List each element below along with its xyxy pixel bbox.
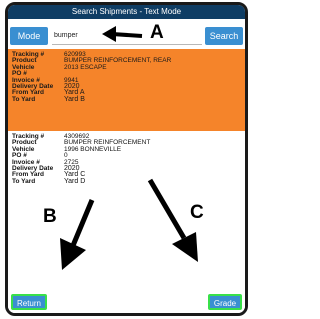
to-yard: Yard B [64,95,85,103]
window-title: Search Shipments - Text Mode [8,5,245,19]
return-button[interactable]: Return [11,294,47,310]
footer-bar: Return Grade [8,291,245,313]
search-input[interactable] [52,27,202,45]
search-button[interactable]: Search [205,27,243,45]
annotation-label-c: C [190,202,204,223]
field-label: To Yard [12,177,36,185]
grade-button[interactable]: Grade [208,294,242,310]
search-bar: Mode Search [8,19,245,47]
list-item[interactable]: Tracking #4309692 Product BUMPER REINFORC… [8,131,245,201]
to-yard: Yard D [64,177,86,185]
results-list: Tracking #620993 Product BUMPER REINFORCE… [8,49,245,285]
annotation-label-a: A [150,22,164,43]
phone-screen: Search Shipments - Text Mode Mode Search… [5,2,248,316]
device-frame: Search Shipments - Text Mode Mode Search… [0,0,253,319]
field-row: To Yard Yard D [12,177,241,185]
field-row: To Yard Yard B [12,95,241,103]
mode-button[interactable]: Mode [10,27,48,45]
list-item-selected[interactable]: Tracking #620993 Product BUMPER REINFORCE… [8,49,245,131]
annotation-label-b: B [43,206,57,227]
field-label: To Yard [12,95,36,103]
